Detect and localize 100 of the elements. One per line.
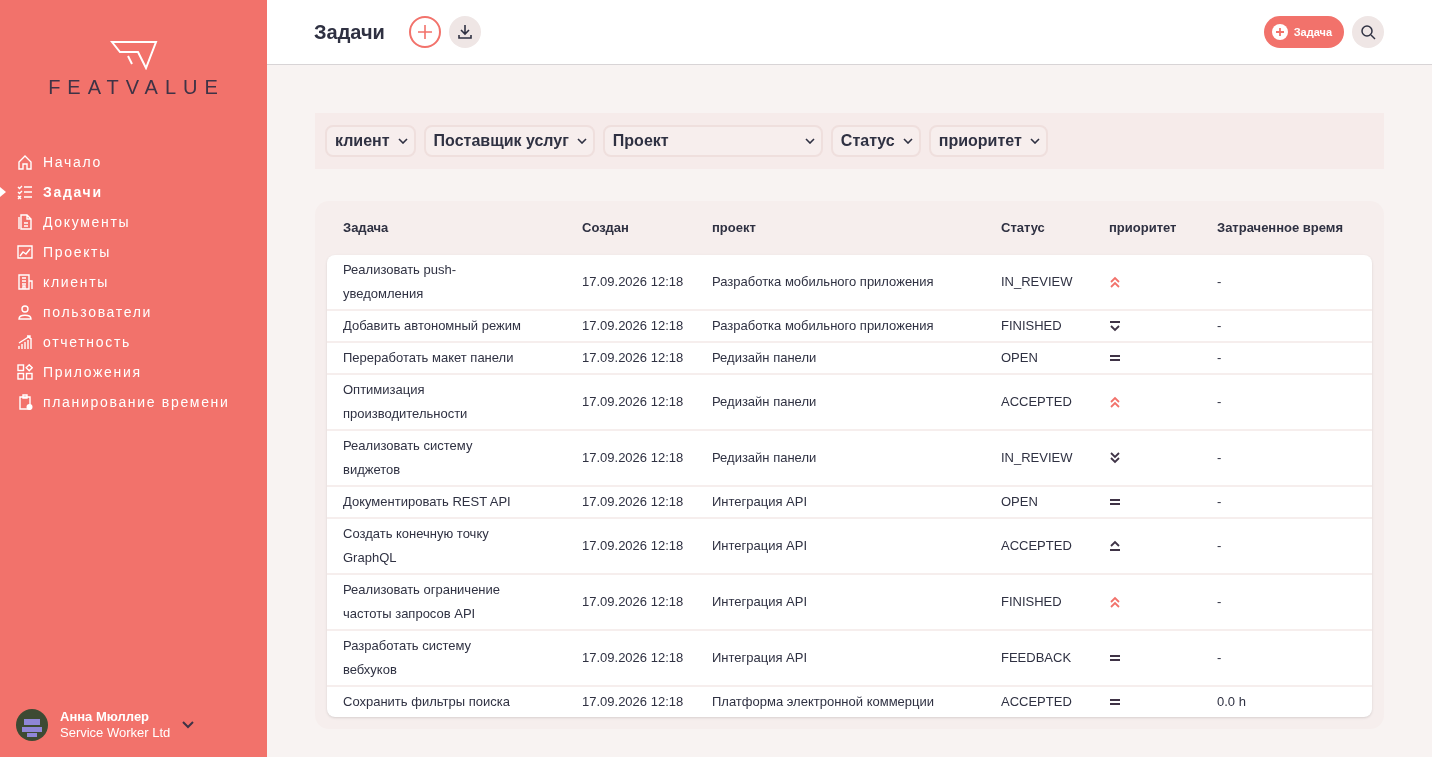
page-title: Задачи [314,20,385,45]
nav-item[interactable]: отчетность [0,327,267,357]
plus-icon [416,24,433,40]
table-cell-text: ACCEPTED [1001,693,1073,711]
nav-item[interactable]: планирование времени [0,387,267,417]
table-cell-text: Интеграция API [712,493,809,511]
chevron-down-icon [397,138,408,144]
plus-circle-icon [1271,24,1288,40]
column-header: приоритет [1109,219,1178,238]
table-cell-text: 17.09.2026 12:18 [582,649,685,667]
table-cell-text: OPEN [1001,349,1039,367]
filter-dropdown[interactable]: Статус [830,125,921,157]
table-cell-text: ACCEPTED [1001,393,1073,411]
table-cell-text: - [1217,273,1223,291]
table-cell-text: 17.09.2026 12:18 [582,273,685,291]
avatar [16,709,48,741]
add-button[interactable] [408,16,441,48]
table-cell-text: 0.0 h [1217,693,1247,711]
table-cell-text: - [1217,493,1223,511]
table-cell-text: Редизайн панели [712,449,818,467]
table-cell-text: Переработать макет панели [343,349,515,367]
filter-dropdown[interactable]: Поставщик услуг [423,125,595,157]
table-cell-text: 17.09.2026 12:18 [582,317,685,335]
table-cell-text: 17.09.2026 12:18 [582,349,685,367]
nav-item[interactable]: Приложения [0,357,267,387]
checklist-icon [17,184,33,200]
table-cell-text: FINISHED [1001,317,1063,335]
nav-item[interactable]: клиенты [0,267,267,297]
table-cell-text: - [1217,449,1223,467]
table-cell-text: 17.09.2026 12:18 [582,593,685,611]
table-cell-text: Разработка мобильного приложения [712,273,935,291]
table-cell-text: OPEN [1001,493,1039,511]
download-icon [456,24,473,40]
table-cell-text: Редизайн панели [712,393,818,411]
apps-icon [17,364,33,380]
table-cell-text: Документировать REST API [343,493,512,511]
table-cell-text: Интеграция API [712,537,809,555]
table-cell-text: FEEDBACK [1001,649,1073,667]
table-cell-text: FINISHED [1001,593,1063,611]
table-cell-text: Оптимизация производительности [343,381,469,423]
column-header: Затраченное время [1217,219,1345,238]
table-cell-text: - [1217,593,1223,611]
bar-chart-icon [17,334,33,350]
brand-name: FEATVALUE [47,75,225,100]
table-cell-text: Редизайн панели [712,349,818,367]
column-header: Статус [1001,219,1046,238]
table-cell-text: Реализовать систему виджетов [343,437,474,479]
table-cell-text: Интеграция API [712,593,809,611]
filter-dropdown[interactable]: клиент [325,125,416,157]
filter-dropdown[interactable]: приоритет [928,125,1048,157]
table-cell-text: IN_REVIEW [1001,449,1074,467]
search-icon [1360,24,1376,40]
new-task-button[interactable]: Задача [1263,16,1344,48]
table-cell-text: 17.09.2026 12:18 [582,393,685,411]
user-name: Анна Мюллер [60,709,151,725]
column-header: Задача [343,219,390,238]
clipboard-clock-icon [17,394,33,410]
nav-item[interactable]: пользователи [0,297,267,327]
table-cell-text: 17.09.2026 12:18 [582,449,685,467]
table-cell-text: Реализовать ограничение частоты запросов API [343,581,502,623]
nav-item[interactable]: Проекты [0,237,267,267]
chevron-down-icon [804,138,815,144]
filter-dropdown[interactable]: Проект [602,125,823,157]
table-cell-text: ACCEPTED [1001,537,1073,555]
table-cell-text: 17.09.2026 12:18 [582,493,685,511]
table-cell-text: Интеграция API [712,649,809,667]
logo-icon [109,40,158,70]
nav-item[interactable]: Начало [0,147,267,177]
search-button[interactable] [1352,16,1384,48]
chevron-down-icon [902,138,913,144]
table-cell-text: Разработка мобильного приложения [712,317,935,335]
building-icon [17,274,33,290]
nav-item[interactable]: Документы [0,207,267,237]
table-cell-text: - [1217,649,1223,667]
download-button[interactable] [448,16,481,48]
table-cell-text: Добавить автономный режим [343,317,522,335]
chevron-down-icon [1029,138,1040,144]
document-icon [17,214,33,230]
column-header: проект [712,219,757,238]
chart-board-icon [17,244,33,260]
table-cell-text: 17.09.2026 12:18 [582,693,685,711]
chevron-down-icon [576,138,587,144]
user-icon [17,304,33,320]
table-cell-text: Реализовать push-уведомления [343,261,457,303]
table-cell-text: Разработать систему вебхуков [343,637,473,679]
table-cell-text: - [1217,393,1223,411]
table-cell-text: Платформа электронной коммерции [712,693,935,711]
column-header: Создан [582,219,630,238]
selection-marker [0,187,6,197]
table-cell-text: Создать конечную точку GraphQL [343,525,490,567]
table-cell-text: - [1217,537,1223,555]
table-cell-text: Сохранить фильтры поиска [343,693,511,711]
table-cell-text: - [1217,317,1223,335]
nav-item[interactable]: Задачи [0,177,267,207]
table-cell-text: IN_REVIEW [1001,273,1074,291]
company-name: Service Worker Ltd [60,725,171,741]
table-cell-text: - [1217,349,1223,367]
home-icon [17,154,33,170]
chevron-down-icon[interactable] [182,721,195,729]
table-cell-text: 17.09.2026 12:18 [582,537,685,555]
